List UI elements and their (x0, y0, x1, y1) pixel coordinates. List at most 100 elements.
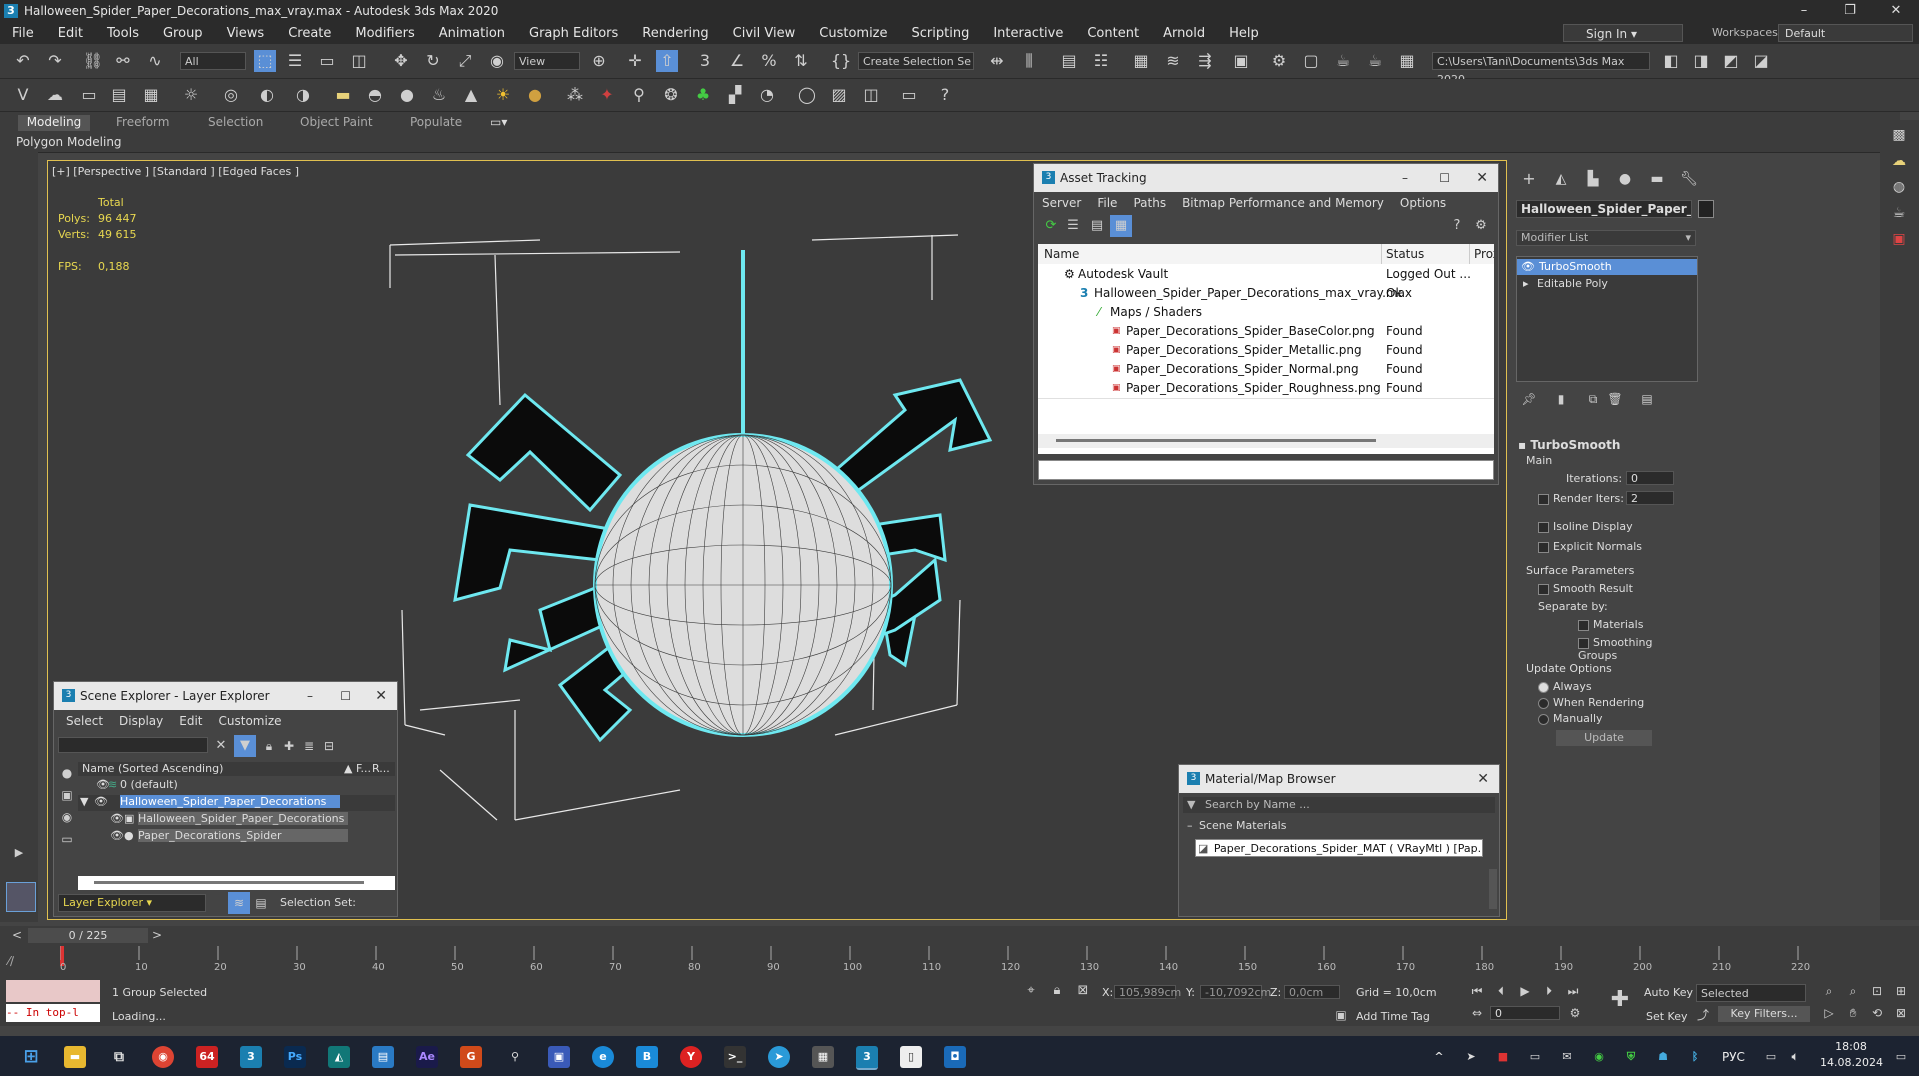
remove-modifier-icon[interactable]: 🗑︎ (1604, 388, 1626, 410)
minimize-icon[interactable]: – (1781, 0, 1827, 22)
ribbon-tab-freeform[interactable]: Freeform (116, 115, 169, 129)
tray-telegram-icon[interactable]: ➤ (1460, 1046, 1482, 1068)
asset-tracking-titlebar[interactable]: 3 Asset Tracking – ☐ ✕ (1034, 164, 1498, 192)
render-iters-spinner[interactable]: 2 (1626, 491, 1674, 505)
checker-icon[interactable]: ▩ (1888, 124, 1910, 146)
material-item[interactable]: ◪ Paper_Decorations_Spider_MAT ( VRayMtl… (1195, 839, 1483, 857)
play-icon[interactable]: ▶ (1514, 980, 1536, 1002)
mirror-icon[interactable]: ⇹ (986, 50, 1008, 72)
collapse-icon[interactable]: – (1187, 819, 1193, 832)
scrollbar-thumb[interactable] (1056, 439, 1376, 442)
spider-model[interactable] (360, 230, 1100, 830)
language-indicator[interactable]: РУС (1722, 1050, 1745, 1064)
sphere-icon[interactable]: ● (396, 84, 418, 106)
volume-icon[interactable]: 🔈︎ (1784, 1046, 1806, 1068)
export-icon[interactable]: ▭ (898, 84, 920, 106)
maximize-viewport-icon[interactable]: ⊠ (1890, 1002, 1912, 1024)
tray-record-icon[interactable]: ■ (1492, 1046, 1514, 1068)
object-name-field[interactable]: Halloween_Spider_Paper_I (1516, 200, 1692, 218)
minimize-icon[interactable]: – (307, 682, 313, 710)
snaps-toggle-icon[interactable]: 3 (694, 50, 716, 72)
maximize-icon[interactable]: ☐ (1439, 164, 1450, 192)
x-coordinate-field[interactable]: 105,989cm (1114, 985, 1181, 999)
scene-search-input[interactable] (58, 737, 208, 753)
table-view-icon[interactable]: ▦ (1110, 215, 1132, 237)
render-grid-icon[interactable]: ▦ (1396, 50, 1418, 72)
display-none-icon[interactable]: ● (56, 762, 78, 784)
3dsmax-alt-icon[interactable]: ◭ (328, 1046, 350, 1068)
select-by-name-icon[interactable]: ☰ (284, 50, 306, 72)
ribbon-tab-modeling[interactable]: Modeling (18, 115, 90, 131)
close-icon[interactable]: ✕ (375, 682, 387, 710)
bluetooth-icon[interactable]: ᛒ (1684, 1046, 1706, 1068)
menu-options[interactable]: Options (1392, 196, 1454, 210)
material-ball-icon[interactable]: ◯ (796, 84, 818, 106)
menu-server[interactable]: Server (1034, 196, 1089, 210)
zoom-icon[interactable]: ⌕ (1818, 980, 1840, 1002)
table-row[interactable]: ▣ Paper_Decorations_Spider_Metallic.png … (1038, 341, 1494, 361)
maxscript-listener-mini[interactable] (6, 980, 100, 1002)
time-config-icon[interactable]: ⚙ (1564, 1002, 1586, 1024)
update-button[interactable]: Update (1556, 730, 1652, 746)
search-icon[interactable]: ⚲ (504, 1046, 526, 1068)
unlink-icon[interactable]: ⚯ (112, 50, 134, 72)
filter-icon[interactable]: ▼ (234, 735, 256, 757)
eye-icon[interactable]: 👁︎ (110, 829, 124, 842)
isolate-selection-icon[interactable]: ⌖ (1020, 980, 1042, 1002)
viewport-label[interactable]: [+] [Perspective ] [Standard ] [Edged Fa… (52, 165, 299, 178)
close-icon[interactable]: ✕ (1477, 765, 1489, 793)
reference-coordinate-dropdown[interactable]: View (514, 52, 580, 70)
display-cameras-icon[interactable]: ▭ (56, 828, 78, 850)
iterations-spinner[interactable]: 0 (1626, 471, 1674, 485)
vray-plane-icon[interactable]: ▬ (332, 84, 354, 106)
key-filters-button[interactable]: Key Filters... (1718, 1006, 1810, 1022)
render-iterative-icon[interactable]: ☕ (1364, 50, 1386, 72)
help-icon[interactable]: ? (934, 84, 956, 106)
terminal-icon[interactable]: >_ (724, 1046, 746, 1068)
scene-explorer-titlebar[interactable]: 3 Scene Explorer - Layer Explorer – ☐ ✕ (54, 682, 397, 710)
maximize-icon[interactable]: ☐ (340, 682, 351, 710)
photoshop-icon[interactable]: Ps (284, 1046, 306, 1068)
tray-display-icon[interactable]: ▭ (1524, 1046, 1546, 1068)
project-set-icon[interactable]: ◨ (1690, 50, 1712, 72)
eye-icon[interactable]: 👁︎ (110, 812, 124, 825)
add-layer-icon[interactable]: ✚ (278, 735, 300, 757)
display-tab-icon[interactable]: ▬ (1646, 168, 1668, 190)
rotate-icon[interactable]: ↻ (422, 50, 444, 72)
link-icon[interactable]: ⛓ (82, 50, 104, 72)
menu-interactive[interactable]: Interactive (981, 26, 1075, 41)
column-name-sorted[interactable]: Name (Sorted Ascending) (82, 762, 223, 775)
menu-file[interactable]: File (0, 26, 46, 41)
notepad-icon[interactable]: ▤ (372, 1046, 394, 1068)
save-icon[interactable]: ▣ (548, 1046, 570, 1068)
auto-key-button[interactable]: Auto Key (1644, 986, 1693, 999)
close-icon[interactable]: ✕ (1476, 164, 1488, 192)
vray-plane-object-icon[interactable]: ⚲ (628, 84, 650, 106)
tray-mail-icon[interactable]: ✉ (1556, 1046, 1578, 1068)
clock-time[interactable]: 18:08 (1820, 1040, 1882, 1053)
asset-table-scrollbar[interactable] (1038, 434, 1494, 448)
vray-icon[interactable]: V (12, 84, 34, 106)
menu-paths[interactable]: Paths (1125, 196, 1174, 210)
sun-icon[interactable]: ☀ (492, 84, 514, 106)
hierarchy-tab-icon[interactable]: ▙ (1582, 168, 1604, 190)
tree-row[interactable]: ▼ 👁︎ Halloween_Spider_Paper_Decorations (78, 795, 395, 811)
selection-sets-icon[interactable]: ▤ (250, 892, 272, 914)
ginger-icon[interactable]: G (460, 1046, 482, 1068)
pan-icon[interactable]: ✋︎ (1842, 1002, 1864, 1024)
expand-icon[interactable]: ▶ (8, 842, 30, 864)
z-coordinate-field[interactable]: 0,0cm (1284, 985, 1340, 999)
detail-icon[interactable]: ▤ (1086, 215, 1108, 237)
menu-customize[interactable]: Customize (211, 714, 290, 728)
texture-icon[interactable]: ▨ (828, 84, 850, 106)
go-to-start-icon[interactable]: ⏮ (1466, 980, 1488, 1002)
scene-explorer-scrollbar[interactable] (78, 876, 395, 890)
placement-icon[interactable]: ◉ (486, 50, 508, 72)
menu-arnold[interactable]: Arnold (1151, 26, 1217, 41)
tray-network-app-icon[interactable]: ◉ (1588, 1046, 1610, 1068)
table-row[interactable]: 3 Halloween_Spider_Paper_Decorations_max… (1038, 284, 1494, 304)
modify-tab-icon[interactable]: ◭ (1550, 168, 1572, 190)
select-manipulate-icon[interactable]: ✛ (624, 50, 646, 72)
proxy-icon[interactable]: ⁂ (564, 84, 586, 106)
expand-icon[interactable]: ▸ (1523, 276, 1529, 292)
